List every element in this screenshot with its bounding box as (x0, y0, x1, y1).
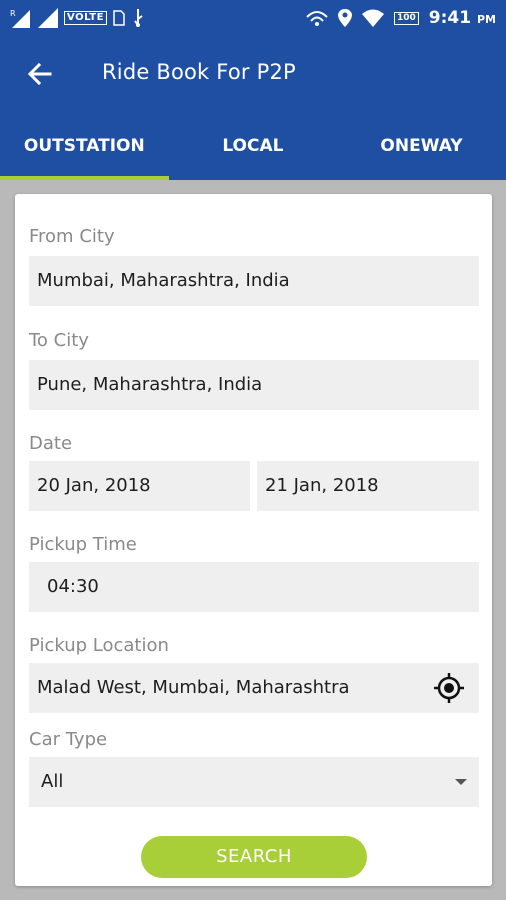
car-type-value: All (41, 771, 64, 792)
volte-badge: VOLTE (64, 11, 107, 25)
pickup-location-field[interactable]: Malad West, Mumbai, Maharashtra (37, 663, 369, 713)
to-city-label: To City (29, 330, 89, 351)
tab-local[interactable]: LOCAL (169, 112, 338, 180)
pickup-time-label: Pickup Time (29, 534, 137, 555)
wifi-icon (361, 9, 384, 27)
to-city-field[interactable]: Pune, Maharashtra, India (29, 360, 479, 410)
sim-icon (113, 10, 125, 26)
status-time-ampm: PM (476, 13, 496, 26)
status-time: 9:41 PM (429, 8, 496, 28)
booking-form-card: From City Mumbai, Maharashtra, India To … (15, 194, 492, 886)
gps-target-icon[interactable] (433, 672, 465, 704)
caret-down-icon (455, 779, 467, 785)
back-arrow-icon[interactable] (24, 58, 56, 90)
pickup-location-row: Malad West, Mumbai, Maharashtra (29, 663, 479, 713)
car-type-label: Car Type (29, 729, 108, 750)
date-label: Date (29, 433, 73, 454)
wifi-calling-icon (306, 11, 328, 26)
app-bar: Ride Book For P2P (0, 36, 506, 112)
signal-icon (38, 8, 58, 28)
svg-text:R: R (10, 9, 16, 18)
location-pin-icon (337, 9, 352, 27)
tab-oneway[interactable]: ONEWAY (337, 112, 506, 180)
signal-r-icon: R (10, 9, 30, 28)
page-title: Ride Book For P2P (102, 60, 296, 84)
usb-icon (134, 9, 143, 27)
status-right: 100 9:41 PM (306, 6, 496, 30)
pickup-location-label: Pickup Location (29, 635, 169, 656)
status-bar: R VOLTE 100 9:41 PM (0, 0, 506, 36)
from-city-field[interactable]: Mumbai, Maharashtra, India (29, 256, 479, 306)
battery-icon: 100 (393, 11, 419, 25)
start-date-field[interactable]: 20 Jan, 2018 (29, 461, 250, 511)
pickup-time-field[interactable]: 04:30 (29, 562, 479, 612)
from-city-label: From City (29, 226, 115, 247)
car-type-select[interactable]: All (29, 757, 479, 807)
end-date-field[interactable]: 21 Jan, 2018 (257, 461, 479, 511)
status-left: R VOLTE (10, 6, 145, 30)
tab-outstation[interactable]: OUTSTATION (0, 112, 169, 180)
status-time-value: 9:41 (428, 8, 472, 28)
search-button[interactable]: SEARCH (141, 836, 367, 878)
tab-bar: OUTSTATION LOCAL ONEWAY (0, 112, 506, 180)
